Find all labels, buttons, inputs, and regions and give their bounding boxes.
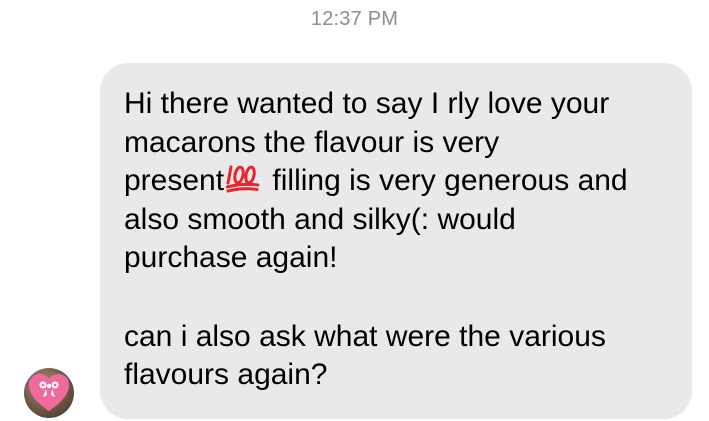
message-paragraph-2: can i also ask what were the various fla… bbox=[124, 319, 606, 392]
hundred-points-emoji-icon bbox=[225, 163, 260, 193]
pink-heart-bow-icon bbox=[29, 374, 69, 411]
sender-avatar[interactable] bbox=[24, 368, 74, 418]
message-timestamp: 12:37 PM bbox=[310, 8, 399, 30]
incoming-message-bubble[interactable]: Hi there wanted to say I rly love your m… bbox=[100, 63, 692, 419]
message-paragraph-1: Hi there wanted to say I rly love your m… bbox=[124, 85, 674, 278]
